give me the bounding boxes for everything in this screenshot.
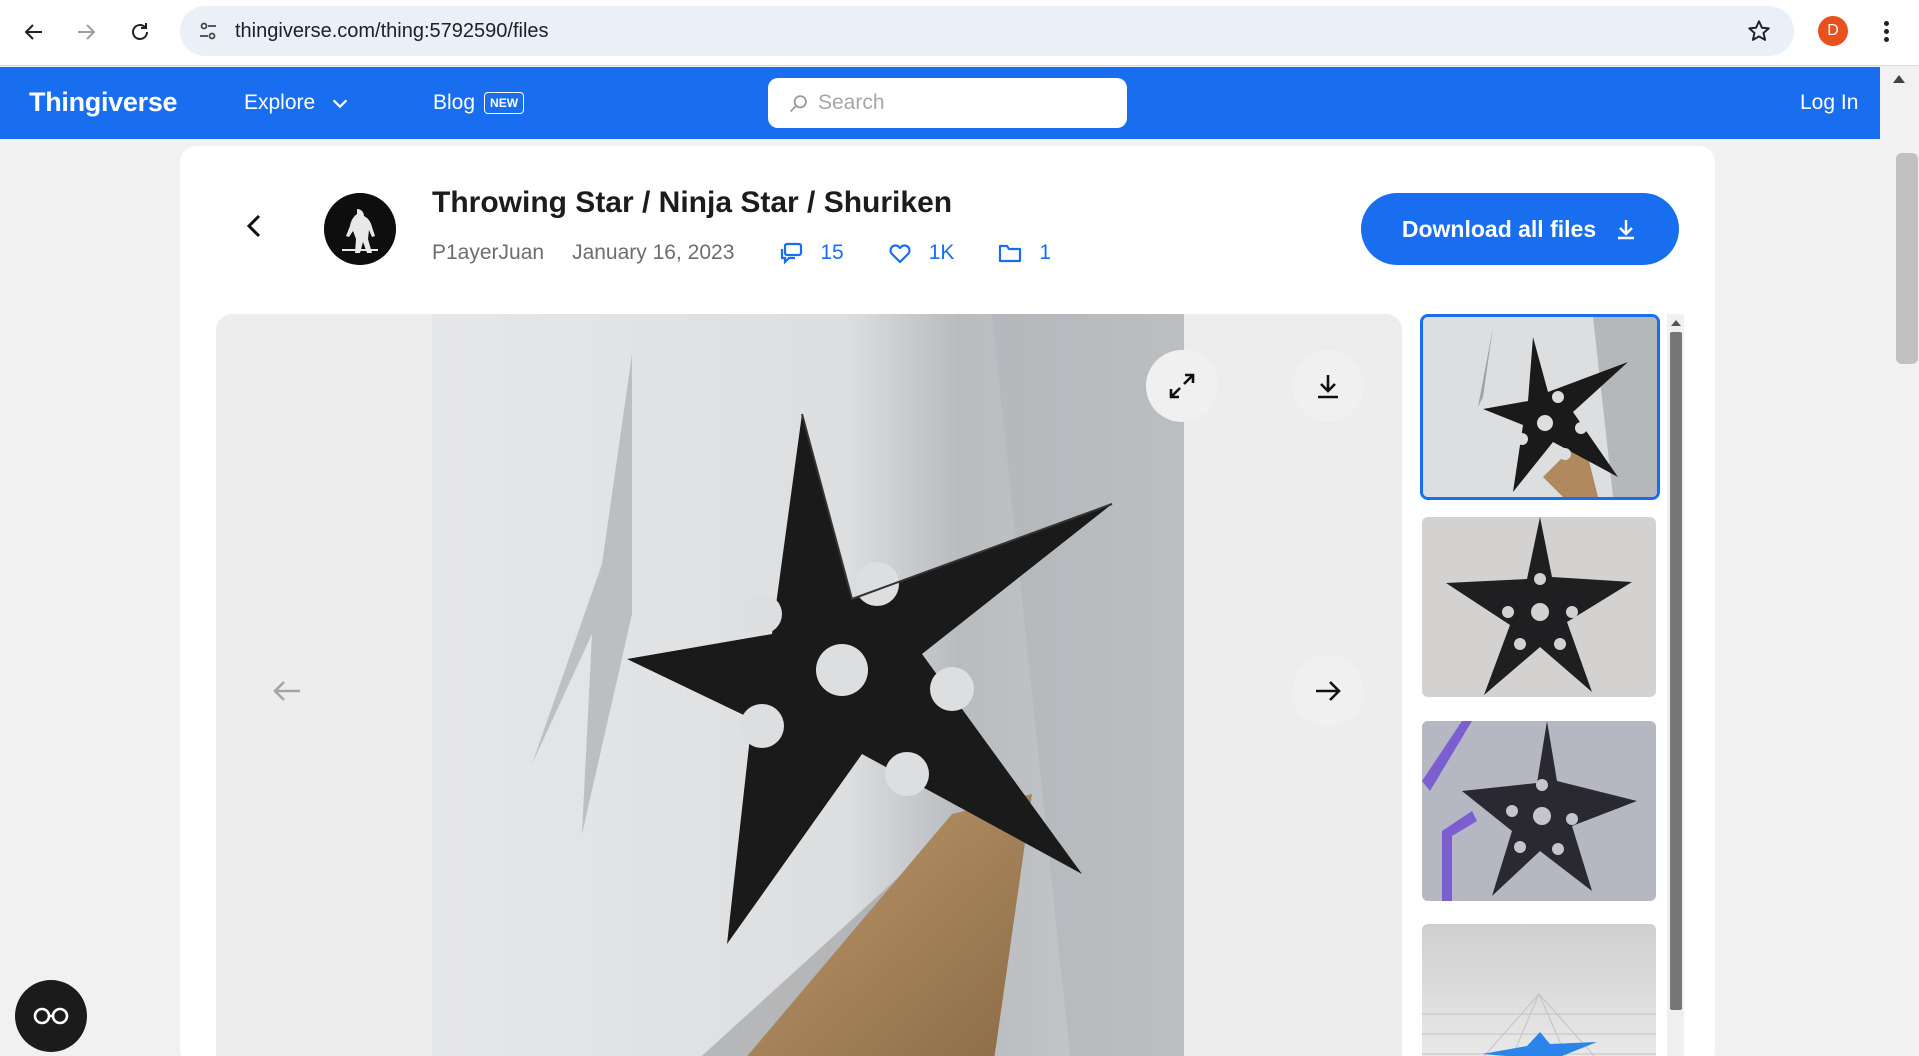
thing-card: Throwing Star / Ninja Star / Shuriken P1… xyxy=(180,146,1715,1056)
publish-date: January 16, 2023 xyxy=(572,241,735,264)
likes-stat[interactable]: 1K xyxy=(887,240,955,266)
thing-meta: P1ayerJuan January 16, 2023 15 1K 1 xyxy=(432,240,1051,266)
comments-icon xyxy=(781,242,803,265)
arrow-right-icon xyxy=(78,24,96,40)
search-box[interactable] xyxy=(768,78,1127,128)
likes-count: 1K xyxy=(928,241,955,264)
site-settings-icon[interactable] xyxy=(196,19,220,43)
page-scrollbar[interactable] xyxy=(1880,67,1919,1056)
profile-avatar[interactable]: D xyxy=(1818,16,1848,46)
files-count: 1 xyxy=(1039,241,1052,264)
browser-menu-icon[interactable] xyxy=(1876,16,1896,46)
page-scrollbar-thumb[interactable] xyxy=(1896,153,1918,364)
reload-icon xyxy=(132,23,148,40)
download-icon xyxy=(1618,220,1635,240)
browser-reload-button[interactable] xyxy=(120,12,160,52)
download-all-label: Download all files xyxy=(1401,215,1597,242)
thing-title: Throwing Star / Ninja Star / Shuriken xyxy=(432,186,953,219)
heart-icon xyxy=(889,244,911,264)
site-header: Thingiverse Explore Blog NEW Log In xyxy=(0,67,1880,139)
thumbnail-scrollbar-thumb[interactable] xyxy=(1670,332,1682,1010)
next-image-button[interactable] xyxy=(1292,655,1364,727)
author-avatar[interactable] xyxy=(324,193,396,265)
image-viewer xyxy=(216,314,1402,1056)
download-icon xyxy=(1318,375,1338,399)
search-icon xyxy=(790,95,807,112)
comments-stat[interactable]: 15 xyxy=(778,240,844,266)
thingiverse-logo[interactable]: Thingiverse xyxy=(29,87,178,118)
login-link[interactable]: Log In xyxy=(1800,91,1858,115)
back-chevron-icon[interactable] xyxy=(240,211,270,241)
download-all-button[interactable]: Download all files xyxy=(1361,193,1679,265)
author-name[interactable]: P1ayerJuan xyxy=(432,241,544,265)
thumbnail-3[interactable] xyxy=(1422,721,1656,901)
blog-link[interactable]: Blog NEW xyxy=(433,91,525,115)
shuriken-main-photo xyxy=(432,314,1184,1056)
thumbnail-2[interactable] xyxy=(1422,517,1656,697)
comments-count: 15 xyxy=(820,241,844,264)
folder-icon xyxy=(999,244,1022,263)
browser-toolbar: thingiverse.com/thing:5792590/files D xyxy=(0,0,1919,66)
scroll-up-arrow[interactable] xyxy=(1893,75,1905,83)
thumbnail-scrollbar[interactable] xyxy=(1667,314,1684,1056)
blog-label: Blog xyxy=(433,91,476,114)
chevron-down-icon xyxy=(333,99,348,109)
url-text[interactable]: thingiverse.com/thing:5792590/files xyxy=(235,20,549,43)
thumbnail-1[interactable] xyxy=(1420,314,1660,500)
search-input[interactable] xyxy=(818,88,1108,118)
browser-forward-button[interactable] xyxy=(66,12,106,52)
glasses-icon xyxy=(33,1007,69,1025)
download-image-button[interactable] xyxy=(1292,350,1364,422)
fullscreen-button[interactable] xyxy=(1146,350,1218,422)
bookmark-star-icon[interactable] xyxy=(1746,18,1772,44)
explore-label: Explore xyxy=(244,91,316,114)
explore-menu[interactable]: Explore xyxy=(244,91,351,115)
expand-icon xyxy=(1169,373,1195,399)
files-stat[interactable]: 1 xyxy=(997,240,1051,266)
browser-back-button[interactable] xyxy=(14,12,54,52)
new-badge: NEW xyxy=(484,92,525,114)
arrow-right-icon xyxy=(1316,681,1341,701)
thumb-scroll-up-arrow[interactable] xyxy=(1671,320,1681,326)
reader-mode-button[interactable] xyxy=(15,980,87,1052)
address-bar[interactable]: thingiverse.com/thing:5792590/files xyxy=(180,6,1794,56)
arrow-left-icon xyxy=(24,24,42,40)
previous-image-arrow-icon[interactable] xyxy=(270,674,304,708)
thumbnail-list xyxy=(1420,314,1660,1056)
bigfoot-avatar-icon xyxy=(324,193,396,265)
thumbnail-4[interactable] xyxy=(1422,924,1656,1056)
